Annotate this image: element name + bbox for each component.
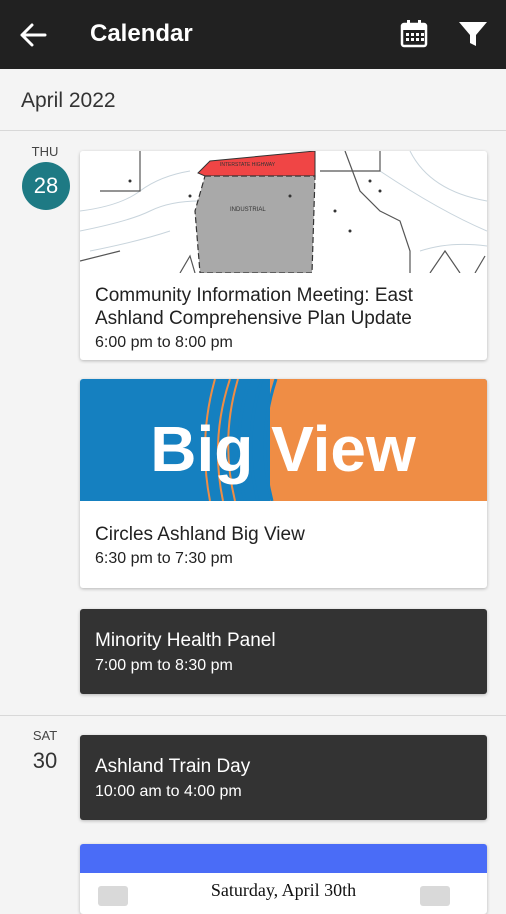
event-title: Community Information Meeting: East Ashl… [95, 285, 413, 329]
divider [0, 130, 506, 131]
event-banner-image: Big View [80, 379, 487, 501]
event-time: 6:00 pm to 8:00 pm [95, 334, 233, 351]
event-card[interactable]: Saturday, April 30th [80, 844, 487, 914]
event-card[interactable]: INDUSTRIAL INTERSTATE HIGHWAY Community … [80, 151, 487, 360]
event-title: Ashland Train Day [95, 756, 251, 777]
event-title: Minority Health Panel [95, 630, 276, 651]
day-number-today: 28 [22, 162, 70, 210]
event-card[interactable]: Minority Health Panel 7:00 pm to 8:30 pm [80, 609, 487, 694]
event-time: 10:00 am to 4:00 pm [95, 783, 242, 800]
day-number: 30 [32, 748, 58, 773]
arrow-left-icon[interactable] [18, 22, 48, 48]
page-title: Calendar [90, 20, 193, 47]
map-top-label: INTERSTATE HIGHWAY [220, 162, 276, 168]
filter-icon[interactable] [457, 19, 489, 49]
event-time: 6:30 pm to 7:30 pm [95, 550, 233, 567]
event-title: Circles Ashland Big View [95, 524, 305, 545]
day-of-week-label: SAT [32, 728, 58, 743]
calendar-icon[interactable] [398, 18, 430, 50]
event-time: 7:00 pm to 8:30 pm [95, 657, 233, 674]
day-of-week-label: THU [31, 144, 59, 159]
divider [0, 715, 506, 716]
banner-text: Big View [150, 413, 416, 485]
event-map-image: INDUSTRIAL INTERSTATE HIGHWAY [80, 151, 487, 273]
month-header: April 2022 [21, 89, 116, 112]
banner-strip [80, 844, 487, 873]
event-card[interactable]: Ashland Train Day 10:00 am to 4:00 pm [80, 735, 487, 820]
banner-text: Saturday, April 30th [210, 880, 357, 900]
event-card[interactable]: Big View Circles Ashland Big View 6:30 p… [80, 379, 487, 588]
map-zone-label: INDUSTRIAL [230, 207, 266, 213]
app-bar: Calendar [0, 0, 506, 69]
